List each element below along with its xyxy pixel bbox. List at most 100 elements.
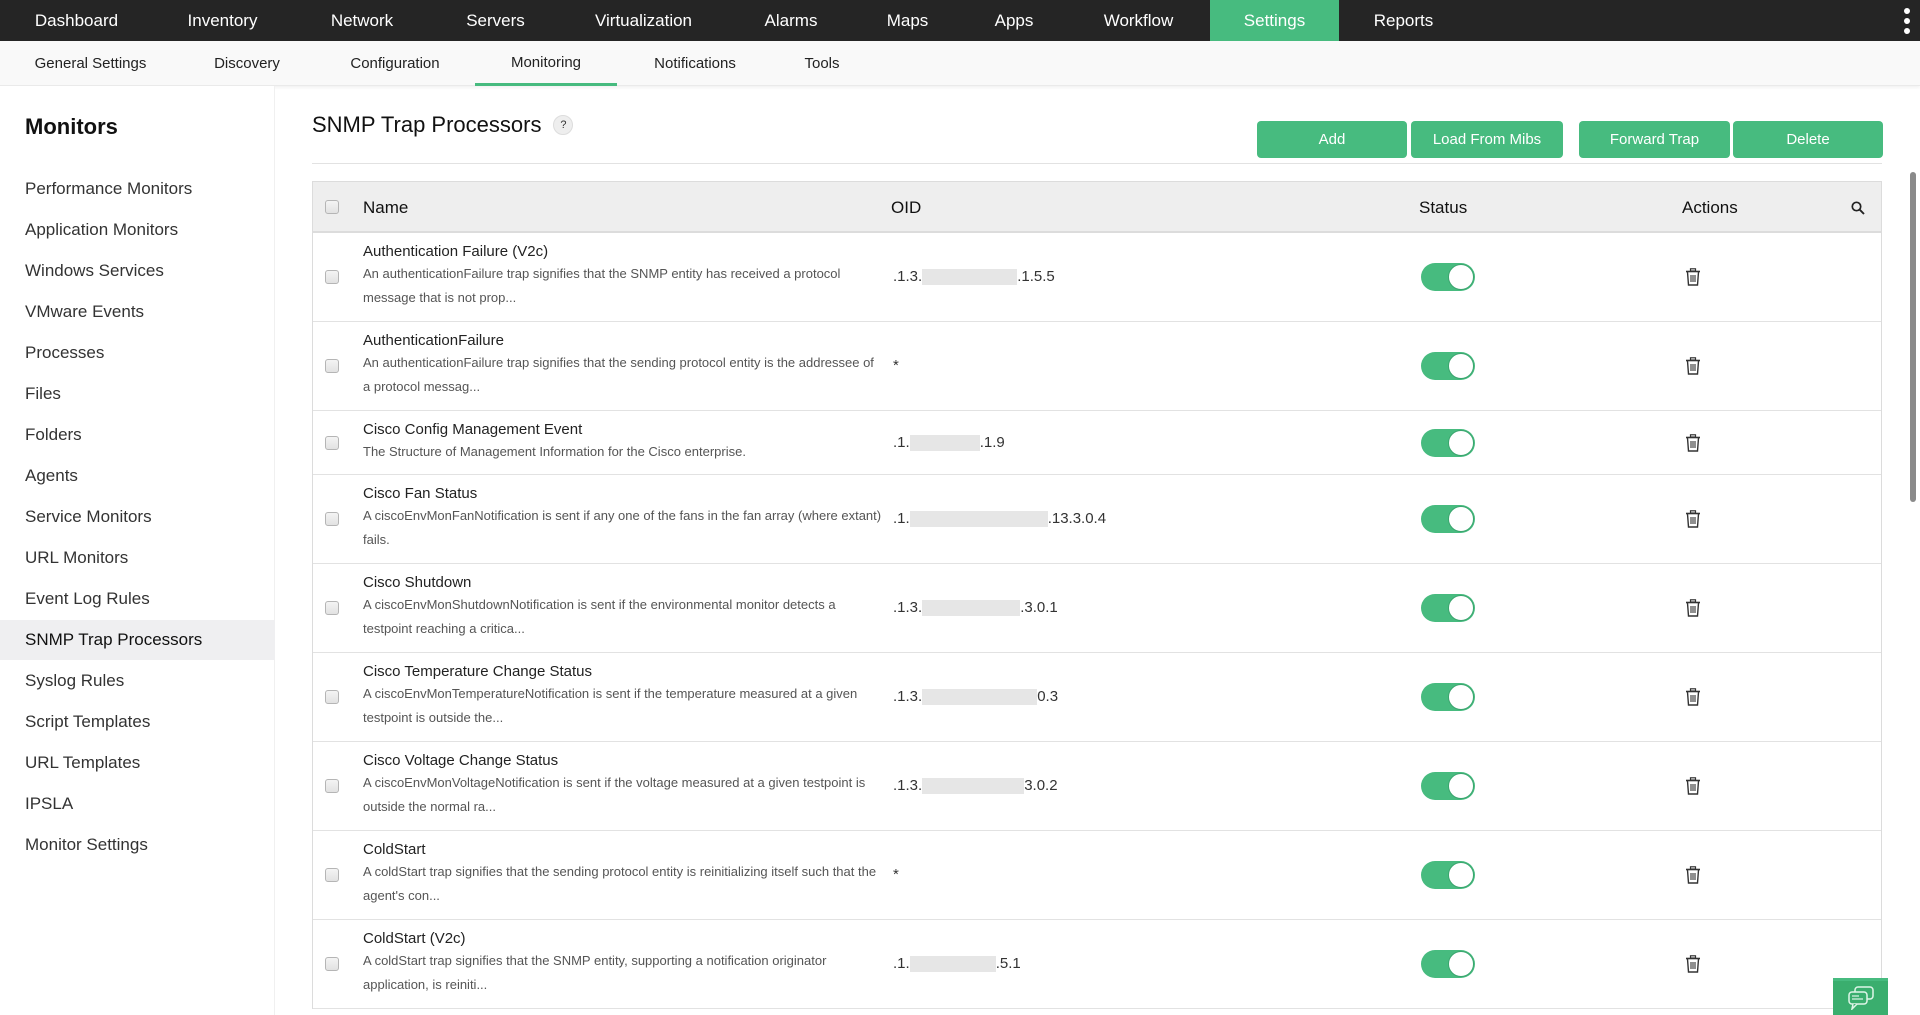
subnav-tab-discovery[interactable]: Discovery <box>192 41 302 86</box>
trash-icon[interactable] <box>1685 777 1701 795</box>
table-row[interactable]: ColdStart A coldStart trap signifies that… <box>313 831 1881 920</box>
row-checkbox[interactable] <box>325 512 339 526</box>
trap-name[interactable]: Cisco Shutdown <box>363 574 471 591</box>
sidebar-item-performance-monitors[interactable]: Performance Monitors <box>0 169 275 209</box>
status-toggle[interactable] <box>1421 263 1475 291</box>
nav-tab-workflow[interactable]: Workflow <box>1067 0 1210 41</box>
help-icon[interactable]: ? <box>553 115 574 135</box>
sidebar-item-ipsla[interactable]: IPSLA <box>0 784 275 824</box>
table-row[interactable]: Cisco Voltage Change Status A ciscoEnvMon… <box>313 742 1881 831</box>
nav-tab-virtualization[interactable]: Virtualization <box>559 0 728 41</box>
trash-icon[interactable] <box>1685 955 1701 973</box>
trap-name[interactable]: Cisco Temperature Change Status <box>363 663 592 680</box>
kebab-vertical-icon[interactable] <box>1904 8 1910 34</box>
oid-prefix: .1.3. <box>893 599 923 616</box>
nav-tab-servers[interactable]: Servers <box>432 0 559 41</box>
main-content: SNMP Trap Processors ? Add Load From Mib… <box>275 86 1895 1015</box>
trash-icon[interactable] <box>1685 357 1701 375</box>
status-toggle[interactable] <box>1421 772 1475 800</box>
search-icon[interactable] <box>1851 182 1865 233</box>
chat-bubbles-icon[interactable] <box>1833 978 1888 1015</box>
nav-tab-alarms[interactable]: Alarms <box>728 0 854 41</box>
table-row[interactable]: Authentication Failure (V2c) An authentic… <box>313 233 1881 322</box>
table-row[interactable]: AuthenticationFailure An authenticationFa… <box>313 322 1881 411</box>
subnav-tab-tools[interactable]: Tools <box>782 41 862 86</box>
row-checkbox[interactable] <box>325 957 339 971</box>
sidebar-item-event-log-rules[interactable]: Event Log Rules <box>0 579 275 619</box>
nav-tab-reports[interactable]: Reports <box>1339 0 1468 41</box>
trap-name[interactable]: Cisco Fan Status <box>363 485 477 502</box>
toggle-knob <box>1448 595 1474 621</box>
sidebar-item-folders[interactable]: Folders <box>0 415 275 455</box>
status-toggle[interactable] <box>1421 352 1475 380</box>
forward-trap-button[interactable]: Forward Trap <box>1579 121 1730 158</box>
sidebar-item-windows-services[interactable]: Windows Services <box>0 251 275 291</box>
trap-name[interactable]: Cisco Voltage Change Status <box>363 752 558 769</box>
sidebar-item-url-monitors[interactable]: URL Monitors <box>0 538 275 578</box>
sidebar-item-service-monitors[interactable]: Service Monitors <box>0 497 275 537</box>
sidebar-item-script-templates[interactable]: Script Templates <box>0 702 275 742</box>
subnav-tab-monitoring[interactable]: Monitoring <box>475 41 617 86</box>
subnav-tab-configuration[interactable]: Configuration <box>330 41 460 86</box>
trash-icon[interactable] <box>1685 268 1701 286</box>
trap-name[interactable]: Authentication Failure (V2c) <box>363 243 548 260</box>
trash-icon[interactable] <box>1685 599 1701 617</box>
table-row[interactable]: ColdStart (V2c) A coldStart trap signifie… <box>313 920 1881 1009</box>
trap-name[interactable]: Cisco Config Management Event <box>363 421 582 438</box>
table-row[interactable]: Cisco Temperature Change Status A ciscoEn… <box>313 653 1881 742</box>
trap-name[interactable]: ColdStart <box>363 841 426 858</box>
column-header-status[interactable]: Status <box>1419 182 1467 233</box>
column-header-name[interactable]: Name <box>363 182 408 233</box>
sidebar-item-syslog-rules[interactable]: Syslog Rules <box>0 661 275 701</box>
nav-tab-inventory[interactable]: Inventory <box>153 0 292 41</box>
nav-tab-dashboard[interactable]: Dashboard <box>0 0 153 41</box>
scrollbar[interactable] <box>1910 172 1916 502</box>
table-row[interactable]: Cisco Shutdown A ciscoEnvMonShutdownNotif… <box>313 564 1881 653</box>
nav-tab-network[interactable]: Network <box>292 0 432 41</box>
status-toggle[interactable] <box>1421 683 1475 711</box>
sidebar-item-files[interactable]: Files <box>0 374 275 414</box>
trash-icon[interactable] <box>1685 688 1701 706</box>
toggle-knob <box>1448 506 1474 532</box>
row-checkbox[interactable] <box>325 868 339 882</box>
delete-button[interactable]: Delete <box>1733 121 1883 158</box>
page-title: SNMP Trap Processors ? <box>312 112 574 138</box>
oid-suffix: .1.5.5 <box>1017 268 1055 285</box>
trap-name[interactable]: AuthenticationFailure <box>363 332 504 349</box>
status-toggle[interactable] <box>1421 429 1475 457</box>
nav-tab-apps[interactable]: Apps <box>961 0 1067 41</box>
row-checkbox[interactable] <box>325 779 339 793</box>
column-header-oid[interactable]: OID <box>891 182 921 233</box>
sidebar-item-vmware-events[interactable]: VMware Events <box>0 292 275 332</box>
sidebar-item-application-monitors[interactable]: Application Monitors <box>0 210 275 250</box>
nav-tab-settings[interactable]: Settings <box>1210 0 1339 41</box>
sidebar-item-agents[interactable]: Agents <box>0 456 275 496</box>
table-row[interactable]: Cisco Config Management Event The Structu… <box>313 411 1881 475</box>
trap-name[interactable]: ColdStart (V2c) <box>363 930 466 947</box>
add-button[interactable]: Add <box>1257 121 1407 158</box>
sidebar-item-processes[interactable]: Processes <box>0 333 275 373</box>
nav-tab-maps[interactable]: Maps <box>854 0 961 41</box>
row-checkbox[interactable] <box>325 436 339 450</box>
oid-redacted <box>909 955 996 972</box>
status-toggle[interactable] <box>1421 505 1475 533</box>
subnav-tab-notifications[interactable]: Notifications <box>635 41 755 86</box>
subnav-tab-general-settings[interactable]: General Settings <box>18 41 163 86</box>
status-toggle[interactable] <box>1421 861 1475 889</box>
status-toggle[interactable] <box>1421 594 1475 622</box>
sidebar-item-monitor-settings[interactable]: Monitor Settings <box>0 825 275 865</box>
sidebar-item-url-templates[interactable]: URL Templates <box>0 743 275 783</box>
table-row[interactable]: Cisco Fan Status A ciscoEnvMonFanNotifica… <box>313 475 1881 564</box>
select-all-checkbox[interactable] <box>325 200 339 214</box>
row-checkbox[interactable] <box>325 601 339 615</box>
sidebar-item-snmp-trap-processors[interactable]: SNMP Trap Processors <box>0 620 275 660</box>
load-from-mibs-button[interactable]: Load From Mibs <box>1411 121 1563 158</box>
trash-icon[interactable] <box>1685 510 1701 528</box>
trash-icon[interactable] <box>1685 434 1701 452</box>
row-checkbox[interactable] <box>325 359 339 373</box>
status-toggle[interactable] <box>1421 950 1475 978</box>
trash-icon[interactable] <box>1685 866 1701 884</box>
row-checkbox[interactable] <box>325 690 339 704</box>
divider <box>312 163 1882 164</box>
row-checkbox[interactable] <box>325 270 339 284</box>
